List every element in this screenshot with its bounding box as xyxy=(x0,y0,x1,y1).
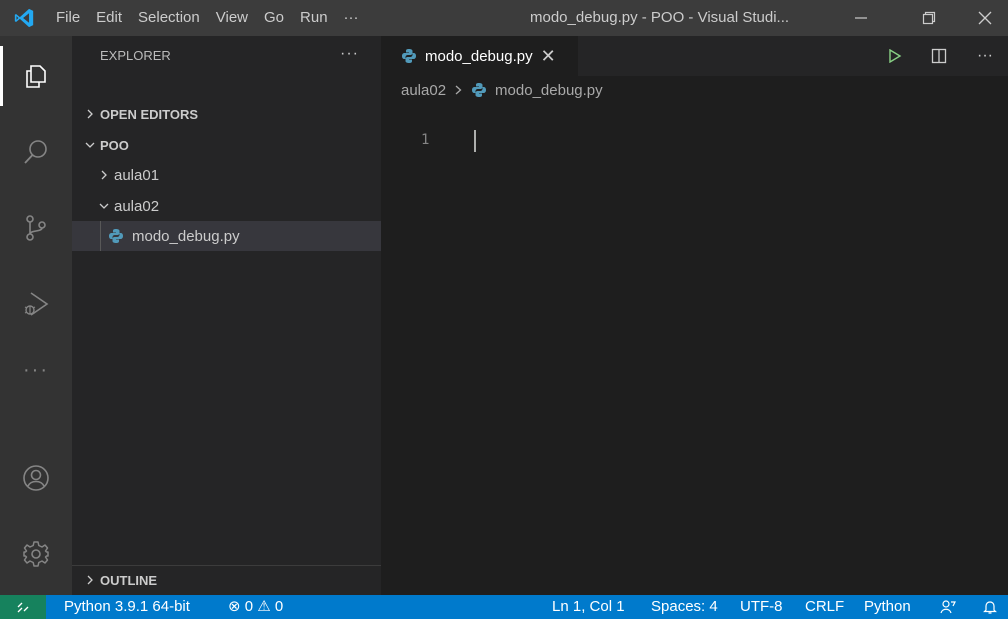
chevron-right-icon xyxy=(80,107,100,122)
editor-more-actions-button[interactable]: ··· xyxy=(971,36,999,76)
accounts-icon xyxy=(23,465,49,491)
menu-selection[interactable]: Selection xyxy=(130,0,208,36)
python-interpreter-status[interactable]: Python 3.9.1 64-bit xyxy=(64,595,190,619)
eol-status[interactable]: CRLF xyxy=(805,595,844,619)
menu-go[interactable]: Go xyxy=(256,0,292,36)
menu-run[interactable]: Run xyxy=(292,0,336,36)
feedback-button[interactable] xyxy=(940,599,956,619)
open-editors-section[interactable]: OPEN EDITORS xyxy=(72,99,381,129)
outline-label: OUTLINE xyxy=(100,573,158,588)
explorer-sidebar: EXPLORER ··· OPEN EDITORS POO aula01 aul… xyxy=(72,36,381,595)
more-icon: ··· xyxy=(23,358,49,381)
close-icon xyxy=(978,11,992,25)
activity-source-control[interactable] xyxy=(0,198,72,258)
settings-gear-icon xyxy=(23,541,49,567)
restore-icon xyxy=(922,11,936,25)
outline-section[interactable]: OUTLINE xyxy=(72,565,381,595)
file-label: modo_debug.py xyxy=(132,227,240,245)
tab-modo-debug[interactable]: modo_debug.py ✕ xyxy=(381,36,578,76)
notifications-button[interactable] xyxy=(982,599,998,619)
chevron-right-icon xyxy=(94,167,114,184)
window-title: modo_debug.py - POO - Visual Studi... xyxy=(530,9,790,26)
activity-explorer[interactable] xyxy=(0,46,72,106)
problems-status[interactable]: ⊗ 0 ⚠ 0 xyxy=(228,595,283,619)
encoding-status[interactable]: UTF-8 xyxy=(740,595,783,619)
open-editors-label: OPEN EDITORS xyxy=(100,106,199,122)
bell-icon xyxy=(983,601,997,614)
activity-manage[interactable] xyxy=(0,524,72,584)
tree-folder-aula01[interactable]: aula01 xyxy=(72,160,381,190)
python-file-icon xyxy=(472,83,487,97)
tab-close-icon[interactable]: ✕ xyxy=(541,47,556,65)
tab-label: modo_debug.py xyxy=(425,47,533,65)
sidebar-more-actions[interactable]: ··· xyxy=(340,36,359,72)
menu-bar: File Edit Selection View Go Run ··· xyxy=(48,0,367,36)
close-window-button[interactable] xyxy=(962,0,1008,36)
menu-file[interactable]: File xyxy=(48,0,88,36)
python-file-icon xyxy=(402,49,416,63)
python-file-icon xyxy=(109,229,123,243)
indentation-status[interactable]: Spaces: 4 xyxy=(651,595,718,619)
workspace-label: POO xyxy=(100,137,129,153)
folder-label: aula01 xyxy=(114,166,160,184)
folder-label: aula02 xyxy=(114,197,160,215)
breadcrumb: aula02 modo_debug.py xyxy=(401,76,603,104)
menu-more[interactable]: ··· xyxy=(336,0,367,36)
run-python-file-button[interactable] xyxy=(881,36,909,76)
run-icon xyxy=(889,49,902,63)
sidebar-title: EXPLORER xyxy=(100,48,171,63)
chevron-down-icon xyxy=(94,198,114,215)
activity-run-debug[interactable] xyxy=(0,274,72,334)
tree-folder-aula02[interactable]: aula02 xyxy=(72,191,381,221)
run-debug-icon xyxy=(24,292,49,316)
breadcrumb-folder[interactable]: aula02 xyxy=(401,82,446,99)
remote-indicator-button[interactable] xyxy=(0,595,46,619)
minimize-button[interactable] xyxy=(838,0,884,36)
activity-search[interactable] xyxy=(0,122,72,182)
chevron-down-icon xyxy=(80,138,100,153)
title-bar: File Edit Selection View Go Run ··· modo… xyxy=(0,0,1008,36)
active-indicator xyxy=(0,46,3,106)
more-icon: ··· xyxy=(977,47,993,64)
restore-button[interactable] xyxy=(906,0,952,36)
menu-edit[interactable]: Edit xyxy=(88,0,130,36)
chevron-right-icon xyxy=(454,82,463,99)
activity-bar: ··· xyxy=(0,36,72,595)
vscode-logo-icon xyxy=(0,0,48,36)
activity-accounts[interactable] xyxy=(0,448,72,508)
remote-icon xyxy=(17,602,29,613)
activity-more[interactable]: ··· xyxy=(0,340,72,400)
workspace-section[interactable]: POO xyxy=(72,130,381,160)
sidebar-header: EXPLORER ··· xyxy=(72,36,381,76)
status-bar: Python 3.9.1 64-bit ⊗ 0 ⚠ 0 Ln 1, Col 1 … xyxy=(0,595,1008,619)
split-editor-icon xyxy=(931,48,947,64)
indent-guide xyxy=(100,221,101,251)
tree-file-modo-debug[interactable]: modo_debug.py xyxy=(72,221,381,251)
source-control-icon xyxy=(26,215,46,241)
language-mode-status[interactable]: Python xyxy=(864,595,911,619)
breadcrumb-file[interactable]: modo_debug.py xyxy=(495,82,603,99)
cursor-position-status[interactable]: Ln 1, Col 1 xyxy=(552,595,625,619)
chevron-right-icon xyxy=(80,573,100,588)
editor-area: modo_debug.py ✕ ··· aula02 modo_debug.py… xyxy=(381,36,1008,595)
search-icon xyxy=(24,140,47,164)
text-cursor[interactable] xyxy=(474,130,476,152)
explorer-icon xyxy=(26,65,46,88)
tab-bar: modo_debug.py ✕ ··· xyxy=(381,36,1008,76)
menu-view[interactable]: View xyxy=(208,0,256,36)
minimize-icon xyxy=(855,17,867,19)
line-number: 1 xyxy=(421,132,430,148)
split-editor-button[interactable] xyxy=(925,36,953,76)
feedback-icon xyxy=(940,600,956,614)
